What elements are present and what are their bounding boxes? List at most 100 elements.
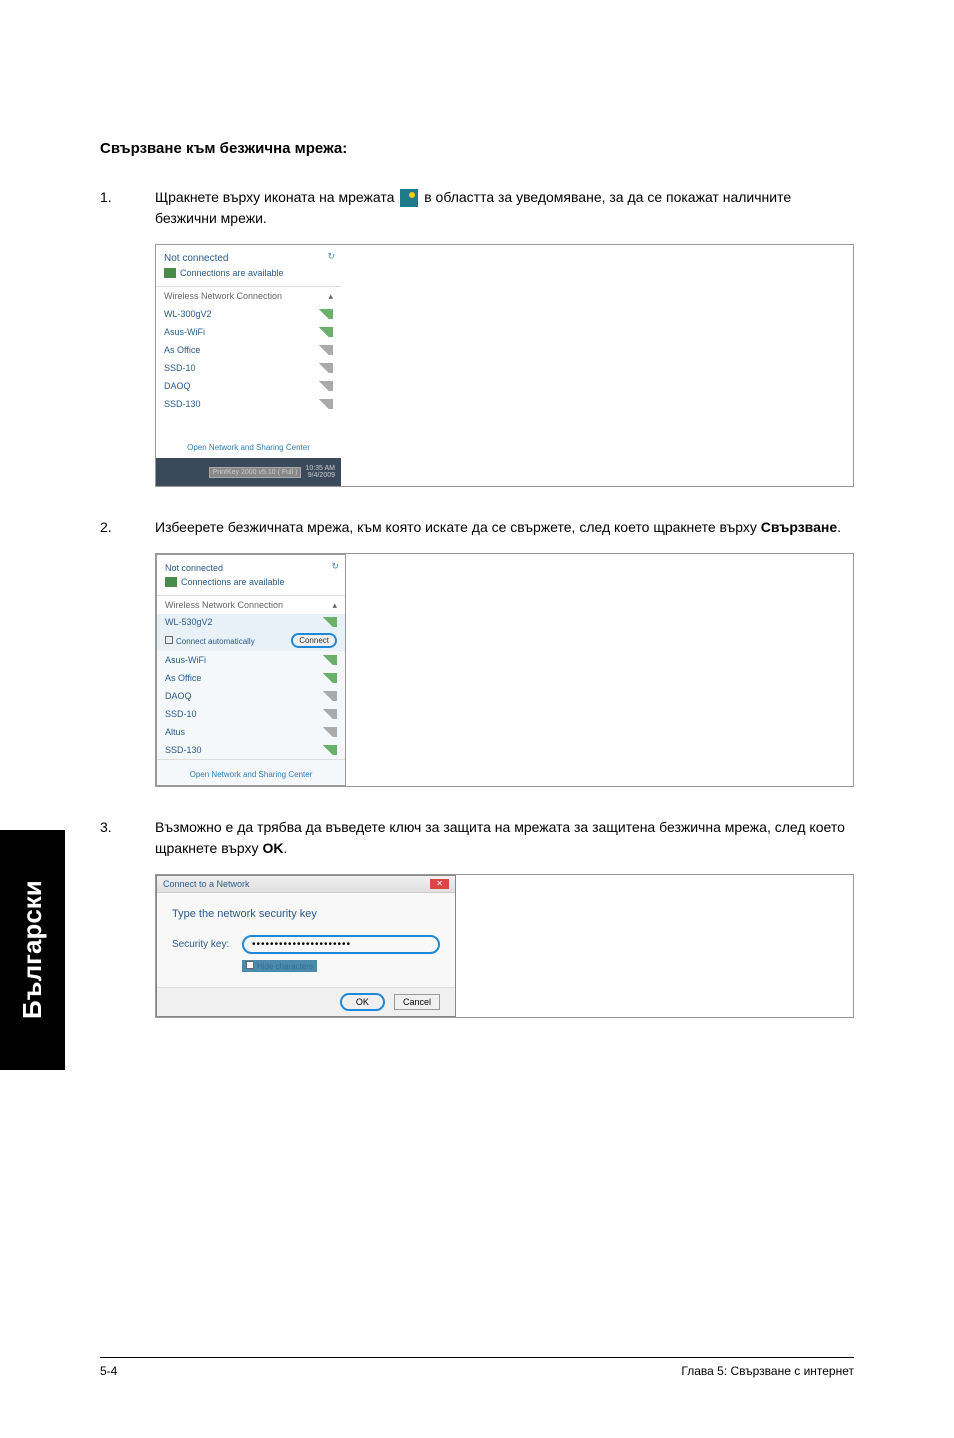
step-number: 2.	[100, 517, 155, 538]
auto-connect-checkbox[interactable]	[165, 636, 173, 644]
signal-icon	[319, 327, 333, 337]
signal-icon	[323, 709, 337, 719]
signal-icon	[165, 577, 177, 587]
signal-icon	[323, 745, 337, 755]
network-name: SSD-10	[164, 363, 196, 373]
connect-button[interactable]: Connect	[291, 633, 337, 648]
network-name: SSD-130	[165, 745, 202, 755]
network-item[interactable]: As Office	[157, 669, 345, 687]
network-item[interactable]: DAOQ	[157, 687, 345, 705]
network-item[interactable]: SSD-130	[157, 741, 345, 759]
connection-status: Not connected	[165, 563, 337, 573]
screenshot-network-list: ↻ Not connected Connections are availabl…	[155, 244, 854, 487]
connection-status: Not connected	[164, 253, 333, 264]
network-name: WL-300gV2	[164, 309, 212, 319]
network-panel-connect: ↻ Not connected Connections are availabl…	[156, 554, 346, 786]
available-label: Connections are available	[180, 268, 284, 278]
network-name: WL-530gV2	[165, 617, 213, 627]
hide-characters-checkbox[interactable]: Hide characters	[242, 960, 317, 972]
panel-header: ↻ Not connected Connections are availabl…	[157, 555, 345, 595]
network-item[interactable]: DAOQ	[156, 377, 341, 395]
available-label: Connections are available	[181, 577, 285, 587]
network-tray-icon	[400, 189, 418, 207]
dialog-buttons: OK Cancel	[157, 987, 455, 1016]
connections-available: Connections are available	[164, 268, 333, 278]
signal-icon	[319, 399, 333, 409]
ok-button[interactable]: OK	[340, 993, 385, 1011]
open-network-center-link[interactable]: Open Network and Sharing Center	[157, 759, 345, 785]
step-2: 2. Избеерете безжичната мрежа, към която…	[100, 517, 854, 538]
taskbar-date: 9/4/2009	[305, 472, 335, 479]
network-item[interactable]: SSD-130	[156, 395, 341, 413]
network-name: SSD-10	[165, 709, 197, 719]
step-text-before: Щракнете върху иконата на мрежата	[155, 189, 398, 205]
step-text-main: Възможно е да трябва да въведете ключ за…	[155, 819, 845, 856]
network-item[interactable]: SSD-10	[156, 359, 341, 377]
section-wireless: Wireless Network Connection ▴	[156, 286, 341, 305]
open-network-center-link[interactable]: Open Network and Sharing Center	[156, 433, 341, 458]
security-key-input[interactable]: ••••••••••••••••••••••	[242, 935, 440, 954]
network-panel: ↻ Not connected Connections are availabl…	[156, 245, 341, 486]
network-item[interactable]: As Office	[156, 341, 341, 359]
connections-available: Connections are available	[165, 577, 337, 587]
signal-icon	[323, 655, 337, 665]
page-footer: 5-4 Глава 5: Свързване с интернет	[100, 1357, 854, 1378]
network-item[interactable]: Altus	[157, 723, 345, 741]
hide-label: Hide characters	[257, 962, 313, 971]
security-key-row: Security key: ••••••••••••••••••••••	[172, 935, 440, 954]
cancel-button[interactable]: Cancel	[394, 994, 440, 1010]
step-number: 1.	[100, 187, 155, 229]
signal-icon	[323, 727, 337, 737]
network-item[interactable]: Asus-WiFi	[156, 323, 341, 341]
step-3: 3. Възможно е да трябва да въведете ключ…	[100, 817, 854, 859]
network-item[interactable]: Asus-WiFi	[157, 651, 345, 669]
network-name: Altus	[165, 727, 185, 737]
dialog-prompt: Type the network security key	[172, 908, 440, 920]
step-suffix: .	[283, 840, 287, 856]
network-item[interactable]: WL-300gV2	[156, 305, 341, 323]
signal-icon	[323, 691, 337, 701]
taskbar-app-badge: PrintKey 2000 v5.10 ( Full )	[209, 467, 302, 478]
step-bold: OK	[262, 840, 283, 856]
step-suffix: .	[837, 519, 841, 535]
section-heading: Свързване към безжична мрежа:	[100, 140, 854, 157]
network-name: DAOQ	[165, 691, 192, 701]
refresh-icon[interactable]: ↻	[331, 561, 339, 572]
step-text-main: Избеерете безжичната мрежа, към която ис…	[155, 519, 761, 535]
dialog-titlebar: Connect to a Network ✕	[157, 876, 455, 893]
network-item[interactable]: SSD-10	[157, 705, 345, 723]
panel-header: ↻ Not connected Connections are availabl…	[156, 245, 341, 286]
screenshot-connect: ↻ Not connected Connections are availabl…	[155, 553, 854, 787]
signal-icon	[319, 309, 333, 319]
step-text: Възможно е да трябва да въведете ключ за…	[155, 817, 854, 859]
checkbox-icon	[246, 961, 254, 969]
section-wireless: Wireless Network Connection ▴	[157, 595, 345, 614]
network-name: As Office	[164, 345, 200, 355]
step-bold: Свързване	[761, 519, 837, 535]
dialog-title-text: Connect to a Network	[163, 879, 250, 889]
step-1: 1. Щракнете върху иконата на мрежата в о…	[100, 187, 854, 229]
signal-icon	[164, 268, 176, 278]
signal-icon	[323, 617, 337, 627]
network-name: SSD-130	[164, 399, 201, 409]
step-text: Избеерете безжичната мрежа, към която ис…	[155, 517, 854, 538]
page-content: Свързване към безжична мрежа: 1. Щракнет…	[0, 0, 954, 1088]
network-name: DAOQ	[164, 381, 191, 391]
signal-icon	[319, 381, 333, 391]
chevron-up-icon[interactable]: ▴	[328, 291, 333, 302]
close-icon[interactable]: ✕	[430, 879, 449, 889]
dialog-body: Type the network security key Security k…	[157, 893, 455, 987]
taskbar: PrintKey 2000 v5.10 ( Full ) 10:35 AM 9/…	[156, 458, 341, 486]
step-number: 3.	[100, 817, 155, 859]
step-text: Щракнете върху иконата на мрежата в обла…	[155, 187, 854, 229]
chevron-up-icon[interactable]: ▴	[332, 600, 337, 611]
language-tab: Български	[0, 830, 65, 1070]
selected-network[interactable]: WL-530gV2	[157, 614, 345, 630]
chapter-title: Глава 5: Свързване с интернет	[681, 1364, 854, 1378]
auto-connect-label: Connect automatically	[176, 637, 255, 646]
refresh-icon[interactable]: ↻	[327, 251, 335, 262]
connect-row: Connect automatically Connect	[157, 630, 345, 651]
security-key-label: Security key:	[172, 939, 242, 950]
taskbar-time: 10:35 AM	[305, 465, 335, 472]
screenshot-security-key: Connect to a Network ✕ Type the network …	[155, 874, 854, 1018]
